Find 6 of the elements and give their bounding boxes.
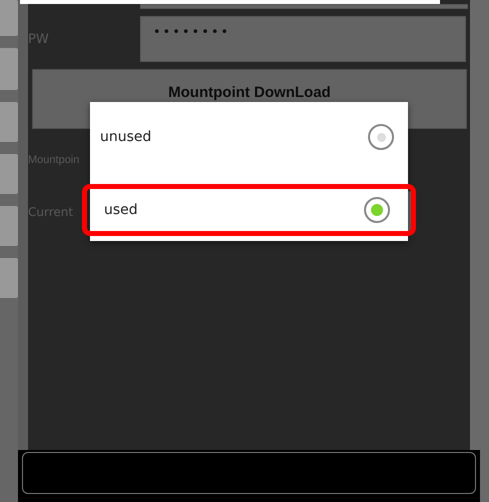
input-field[interactable] — [140, 4, 468, 9]
option-label: unused — [100, 129, 152, 145]
option-label: used — [104, 202, 138, 218]
radio-button[interactable] — [368, 124, 394, 150]
option-row[interactable]: used — [82, 184, 416, 236]
radio-button[interactable] — [364, 197, 390, 223]
